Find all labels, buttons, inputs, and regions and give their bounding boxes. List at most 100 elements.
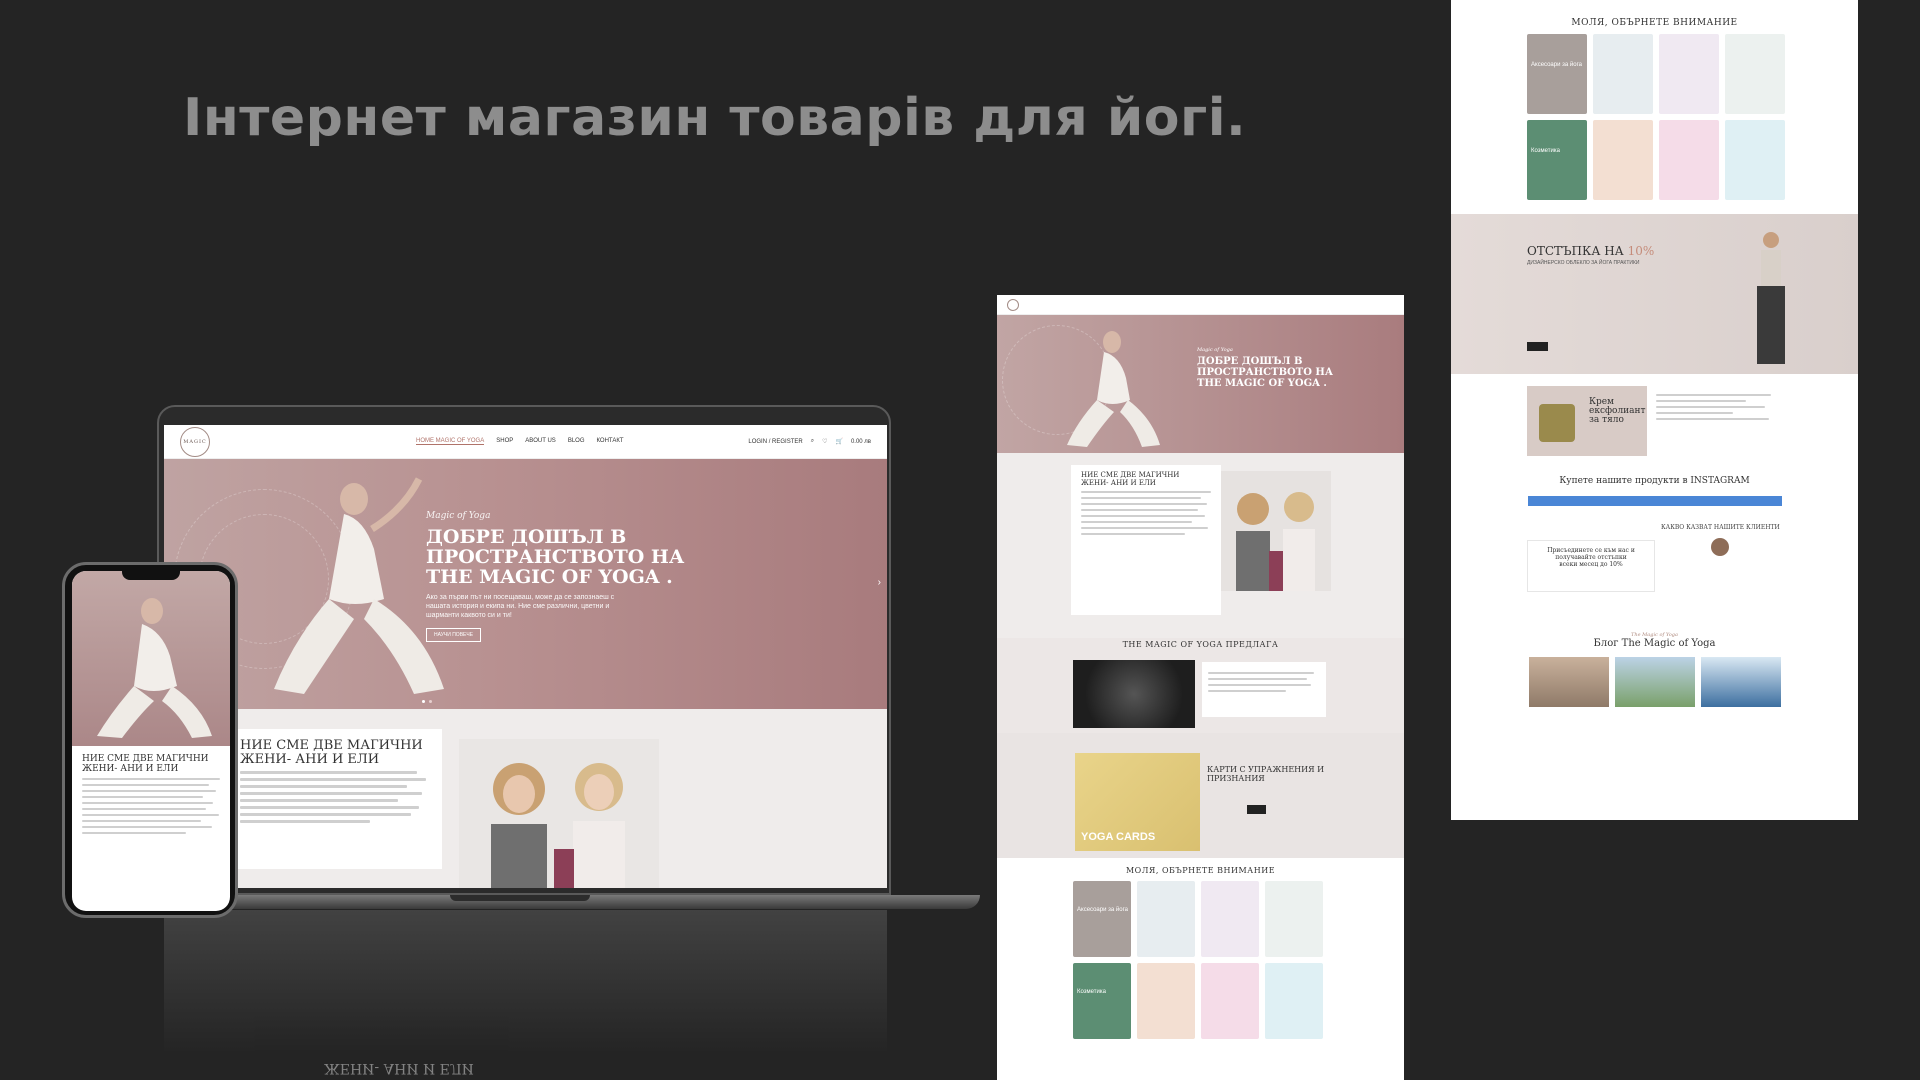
- product-tile[interactable]: [1725, 120, 1785, 200]
- product-tile[interactable]: [1725, 34, 1785, 114]
- product-tile[interactable]: [1659, 120, 1719, 200]
- video-thumbnail[interactable]: [1073, 660, 1195, 728]
- discount-title: ОТСТЪПКА НА 10%: [1527, 244, 1654, 258]
- category-tile-cosmetics[interactable]: Козметика: [1527, 120, 1587, 200]
- instagram-bar[interactable]: [1527, 496, 1782, 506]
- category-tile-label: Козметика: [1077, 989, 1106, 995]
- mid-offers: THE MAGIC OF YOGA ПРЕДЛАГА: [997, 638, 1404, 733]
- category-tile-cosmetics[interactable]: Козметика: [1073, 963, 1131, 1039]
- product-tile[interactable]: [1201, 881, 1259, 957]
- slider-dot[interactable]: [422, 700, 425, 703]
- slider-dot[interactable]: [429, 700, 432, 703]
- hero-title-line: THE MAGIC OF YOGA .: [426, 566, 673, 588]
- discount-title-text: ОТСТЪПКА НА: [1527, 244, 1624, 258]
- search-icon[interactable]: ⌕: [811, 438, 814, 445]
- category-tile-label: Аксесоари за йога: [1077, 907, 1128, 913]
- discount-percent: 10%: [1627, 244, 1655, 258]
- heart-icon[interactable]: ♡: [822, 438, 827, 445]
- product-list-text: [1656, 390, 1784, 420]
- phone-about: НИЕ СМЕ ДВЕ МАГИЧНИ ЖЕНИ- АНИ И ЕЛИ: [72, 746, 230, 842]
- yoga-cards-label: YOGA CARDS: [1081, 831, 1156, 843]
- mid-cards-title: КАРТИ С УПРАЖНЕНИЯ И ПРИЗНАНИЯ: [1207, 765, 1324, 783]
- scrub-title: Крем ексфолиант за тяло: [1589, 398, 1646, 425]
- product-tile[interactable]: [1593, 120, 1653, 200]
- phone-hero: [72, 571, 230, 746]
- mid-hero-title-line: ДОБРЕ ДОШЪЛ В: [1197, 356, 1303, 367]
- page-headline: Інтернет магазин товарів для йогі.: [183, 88, 1247, 148]
- yoga-woman-image: [1067, 331, 1160, 447]
- mid-hero: Magic of Yoga ДОБРЕ ДОШЪЛ В ПРОСТРАНСТВО…: [997, 315, 1404, 453]
- desktop-page-preview: Magic of Yoga ДОБРЕ ДОШЪЛ В ПРОСТРАНСТВО…: [997, 295, 1404, 1080]
- instagram-section: Купете нашите продукти в INSTAGRAM: [1451, 476, 1858, 506]
- discount-button[interactable]: [1527, 342, 1548, 351]
- hero-kicker: Magic of Yoga: [426, 511, 491, 521]
- hero-title-line: ДОБРЕ ДОШЪЛ В: [426, 526, 627, 548]
- blog-posts: [1451, 657, 1858, 707]
- hero-content: Magic of Yoga ДОБРЕ ДОШЪЛ В ПРОСТРАНСТВО…: [426, 511, 684, 642]
- blog-post-image[interactable]: [1614, 657, 1695, 707]
- product-tile[interactable]: [1265, 963, 1323, 1039]
- cart-total[interactable]: 0.00 лв: [851, 439, 871, 445]
- blog-title: Блог The Magic of Yoga: [1593, 638, 1716, 649]
- product-tile[interactable]: [1265, 881, 1323, 957]
- instagram-title: Купете нашите продукти в INSTAGRAM: [1559, 476, 1750, 486]
- discount-banner: ОТСТЪПКА НА 10% ДИЗАЙНЕРСКО ОБЛЕКЛО ЗА Й…: [1451, 214, 1858, 374]
- mid-nav: [997, 295, 1404, 315]
- blog-post-image[interactable]: [1528, 657, 1609, 707]
- category-tile-label: Аксесоари за йога: [1531, 62, 1582, 68]
- right-product-grid: Аксесоари за йога Козметика: [1527, 34, 1858, 200]
- slider-dots: [422, 700, 432, 703]
- product-tile[interactable]: [1137, 881, 1195, 957]
- about-body-text: [240, 771, 426, 823]
- scrub-banner[interactable]: Крем ексфолиант за тяло: [1527, 386, 1647, 456]
- product-tile[interactable]: [1593, 34, 1653, 114]
- mid-hero-content: Magic of Yoga ДОБРЕ ДОШЪЛ В ПРОСТРАНСТВО…: [1197, 347, 1333, 389]
- chevron-right-icon[interactable]: ›: [878, 577, 881, 588]
- product-tile[interactable]: [1659, 34, 1719, 114]
- site-logo[interactable]: [1007, 298, 1019, 311]
- learn-more-button[interactable]: НАУЧИ ПОВЕЧЕ: [426, 628, 482, 642]
- nav-blog[interactable]: BLOG: [568, 438, 585, 445]
- cart-icon[interactable]: 🛒: [835, 438, 842, 445]
- category-tile-accessories[interactable]: Аксесоари за йога: [1073, 881, 1131, 957]
- nav-menu: HOME MAGIC OF YOGA SHOP ABOUT US BLOG КО…: [416, 438, 624, 445]
- phone-screen: НИЕ СМЕ ДВЕ МАГИЧНИ ЖЕНИ- АНИ И ЕЛИ: [72, 571, 230, 911]
- newsletter-title-line: получавайте отстъпки: [1555, 554, 1627, 561]
- mid-about-title: НИЕ СМЕ ДВЕ МАГИЧНИ ЖЕНИ- АНИ И ЕЛИ: [1081, 471, 1211, 487]
- mid-about-card: НИЕ СМЕ ДВЕ МАГИЧНИ ЖЕНИ- АНИ И ЕЛИ: [1071, 465, 1221, 615]
- reviews-title: КАКВО КАЗВАТ НАШИТЕ КЛИЕНТИ: [1661, 524, 1780, 531]
- mid-hero-title-line: THE MAGIC OF YOGA .: [1197, 378, 1327, 389]
- scrub-title-line: за тяло: [1589, 415, 1624, 425]
- product-tile[interactable]: [1201, 963, 1259, 1039]
- phone-about-text: [82, 778, 220, 834]
- cards-button[interactable]: [1247, 805, 1266, 814]
- scrub-promo: Крем ексфолиант за тяло: [1451, 386, 1858, 476]
- reviewer-avatar: [1711, 538, 1729, 556]
- nav-about[interactable]: ABOUT US: [525, 438, 556, 445]
- reviews-section: КАКВО КАЗВАТ НАШИТЕ КЛИЕНТИ Присъединете…: [1451, 522, 1858, 632]
- laptop-reflection: ЖЕНИ- АНИ И ЕЛИ: [164, 910, 887, 1080]
- about-title-line: НИЕ СМЕ ДВЕ МАГИЧНИ: [240, 738, 423, 753]
- offer-card: [1202, 662, 1326, 717]
- blog-post-image[interactable]: [1700, 657, 1781, 707]
- mid-product-grid: Аксесоари за йога Козметика: [1073, 881, 1404, 1039]
- nav-contact[interactable]: КОНТАКТ: [597, 438, 624, 445]
- hero-subtitle: Ако за първи път ни посещаваш, може да с…: [426, 594, 615, 619]
- nav-shop[interactable]: SHOP: [496, 438, 513, 445]
- site-logo[interactable]: MAGIC: [180, 426, 210, 457]
- product-tile[interactable]: [1137, 963, 1195, 1039]
- nav-home[interactable]: HOME MAGIC OF YOGA: [416, 438, 485, 445]
- yoga-cards-image: YOGA CARDS: [1075, 753, 1200, 851]
- site-nav: MAGIC HOME MAGIC OF YOGA SHOP ABOUT US B…: [164, 425, 887, 459]
- newsletter-title-line: Присъединете се към нас и: [1547, 547, 1635, 554]
- category-tile-accessories[interactable]: Аксесоари за йога: [1527, 34, 1587, 114]
- mid-hero-title-line: ПРОСТРАНСТВОТО НА: [1197, 367, 1333, 378]
- login-link[interactable]: LOGIN / REGISTER: [748, 439, 802, 445]
- mid-about: НИЕ СМЕ ДВЕ МАГИЧНИ ЖЕНИ- АНИ И ЕЛИ: [997, 453, 1404, 638]
- offer-text: [1202, 662, 1326, 698]
- hero-title-line: ПРОСТРАНСТВОТО НА: [426, 546, 685, 568]
- mid-attention: МОЛЯ, ОБЪРНЕТЕ ВНИМАНИЕ Аксесоари за йог…: [997, 858, 1404, 1039]
- mid-cards-title-line: ПРИЗНАНИЯ: [1207, 774, 1265, 783]
- laptop-screen: MAGIC HOME MAGIC OF YOGA SHOP ABOUT US B…: [164, 425, 887, 888]
- about-title: НИЕ СМЕ ДВЕ МАГИЧНИ ЖЕНИ- АНИ И ЕЛИ: [240, 739, 426, 767]
